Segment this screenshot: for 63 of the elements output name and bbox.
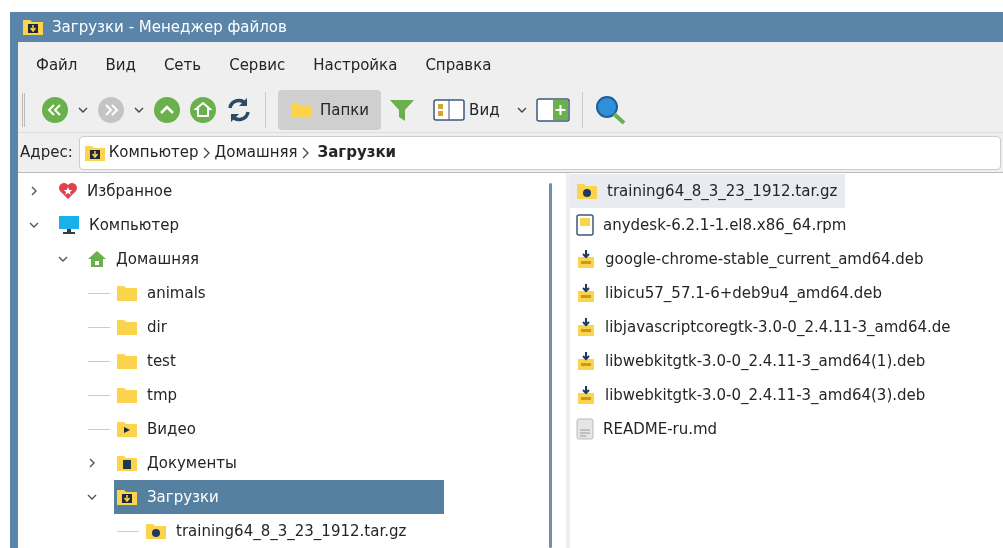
folders-button[interactable]: Папки xyxy=(278,90,382,130)
tree-item[interactable]: animals xyxy=(114,276,218,310)
back-button[interactable] xyxy=(41,96,69,124)
breadcrumb[interactable]: Загрузки xyxy=(317,141,397,164)
package-icon xyxy=(576,249,596,269)
address-label: Адрес: xyxy=(20,142,73,164)
window-title: Загрузки - Менеджер файлов xyxy=(52,16,287,38)
documents-folder-icon xyxy=(116,454,138,472)
refresh-button[interactable] xyxy=(225,96,253,124)
package-icon xyxy=(576,317,596,337)
tree-item[interactable]: Загрузки xyxy=(114,480,444,514)
folder-icon xyxy=(116,386,138,404)
folder-icon xyxy=(116,318,138,336)
file-item[interactable]: libjavascriptcoregtk-3.0-0_2.4.11-3_amd64.de xyxy=(570,310,959,344)
monitor-icon xyxy=(58,215,80,235)
panels-icon xyxy=(433,99,466,121)
tree-item[interactable]: Избранное xyxy=(56,174,185,208)
view-button[interactable]: Вид xyxy=(433,98,500,122)
heart-icon xyxy=(58,182,78,200)
tree-item[interactable]: training64_8_3_23_1912.tar.gz xyxy=(143,514,419,548)
address-bar[interactable]: Компьютер Домашняя Загрузки xyxy=(78,135,1001,170)
file-item[interactable]: libwebkitgtk-3.0-0_2.4.11-3_amd64(3).deb xyxy=(570,378,934,412)
text-file-icon xyxy=(576,418,594,440)
menu-item[interactable]: Сеть xyxy=(149,53,216,77)
file-item[interactable]: training64_8_3_23_1912.tar.gz xyxy=(570,174,846,208)
menu-item[interactable]: Сервис xyxy=(215,53,300,77)
house-icon xyxy=(87,250,107,268)
package-icon xyxy=(576,351,596,371)
menu-item[interactable]: Вид xyxy=(91,53,150,77)
tree-item[interactable]: Компьютер xyxy=(56,208,191,242)
tree-item[interactable]: test xyxy=(114,344,188,378)
downloads-folder-icon xyxy=(83,143,106,162)
downloads-folder-icon xyxy=(116,488,138,506)
package-icon xyxy=(576,283,596,303)
file-item[interactable]: libwebkitgtk-3.0-0_2.4.11-3_amd64(1).deb xyxy=(570,344,934,378)
tree-item[interactable]: Документы xyxy=(114,446,249,480)
up-button[interactable] xyxy=(153,96,181,124)
split-panel-icon[interactable] xyxy=(535,98,570,122)
archive-icon xyxy=(576,182,598,200)
file-item[interactable]: README-ru.md xyxy=(570,412,726,446)
file-item[interactable]: anydesk-6.2.1-1.el8.x86_64.rpm xyxy=(570,208,855,242)
folder-icon xyxy=(116,284,138,302)
home-button[interactable] xyxy=(189,96,217,124)
breadcrumb[interactable]: Домашняя xyxy=(214,141,298,164)
menu-item[interactable]: Файл xyxy=(22,53,92,77)
tree-item[interactable]: Домашняя xyxy=(85,242,211,276)
video-folder-icon xyxy=(116,420,138,438)
tree-item[interactable]: tmp xyxy=(114,378,189,412)
menu-item[interactable]: Справка xyxy=(411,53,506,77)
package-icon xyxy=(576,385,596,405)
scrollbar[interactable] xyxy=(549,183,552,548)
file-item[interactable]: google-chrome-stable_current_amd64.deb xyxy=(570,242,932,276)
folder-icon xyxy=(116,352,138,370)
tree-item[interactable]: dir xyxy=(114,310,179,344)
breadcrumb[interactable]: Компьютер xyxy=(108,141,199,164)
window-folder-icon xyxy=(22,18,44,36)
folder-icon xyxy=(290,101,312,119)
menu-item[interactable]: Настройка xyxy=(299,53,412,77)
search-icon[interactable] xyxy=(594,95,627,125)
archive-icon xyxy=(145,522,167,540)
tree-item[interactable]: Видео xyxy=(114,412,208,446)
file-item[interactable]: libicu57_57.1-6+deb9u4_amd64.deb xyxy=(570,276,891,310)
package-file-icon xyxy=(576,214,594,236)
